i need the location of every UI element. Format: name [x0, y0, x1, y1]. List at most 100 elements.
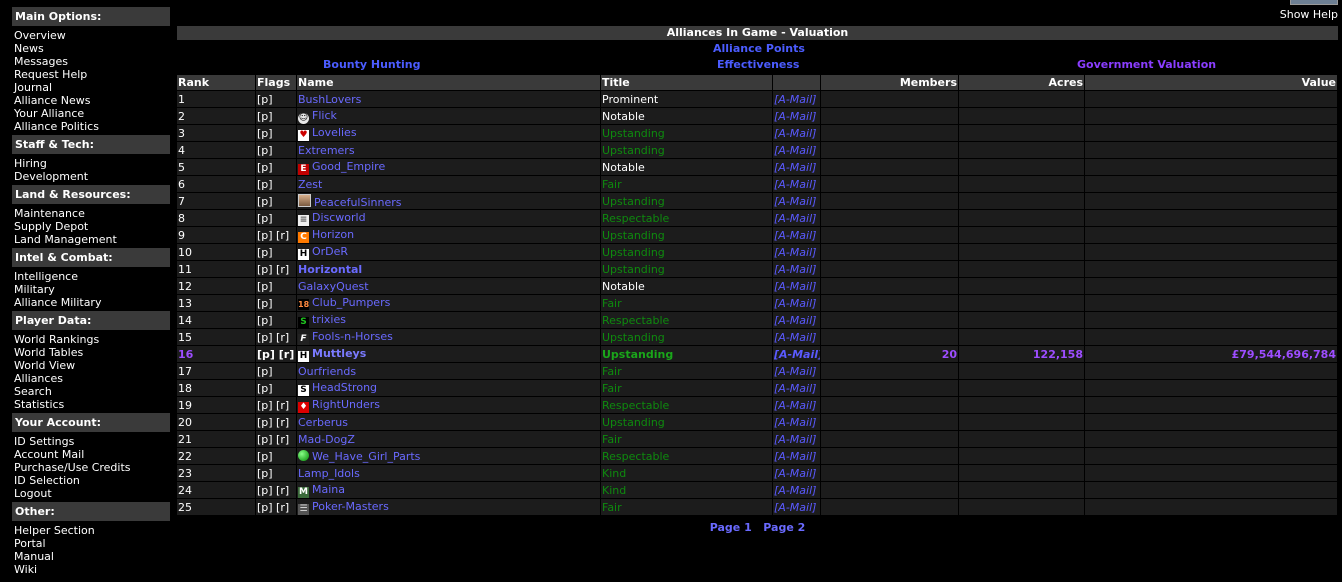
- sidebar-item-overview[interactable]: Overview: [12, 29, 170, 42]
- alliance-name-link[interactable]: Zest: [298, 178, 322, 191]
- sidebar-item-account-mail[interactable]: Account Mail: [12, 448, 170, 461]
- alliance-name-link[interactable]: Flick: [312, 109, 337, 122]
- alliance-name-link[interactable]: Club_Pumpers: [312, 296, 390, 309]
- sidebar-item-military[interactable]: Military: [12, 283, 170, 296]
- amail-link[interactable]: [A-Mail]: [774, 416, 816, 429]
- sidebar-item-helper-section[interactable]: Helper Section: [12, 524, 170, 537]
- help-button-frame[interactable]: [1290, 0, 1338, 5]
- alliance-name-link[interactable]: GalaxyQuest: [298, 280, 369, 293]
- alliance-name-link[interactable]: RightUnders: [312, 398, 380, 411]
- sidebar-item-portal[interactable]: Portal: [12, 537, 170, 550]
- amail-link[interactable]: [A-Mail]: [774, 212, 816, 225]
- col-name[interactable]: Name: [297, 75, 600, 90]
- sidebar-item-world-rankings[interactable]: World Rankings: [12, 333, 170, 346]
- name-cell: BushLovers: [297, 91, 600, 107]
- sidebar-item-maintenance[interactable]: Maintenance: [12, 207, 170, 220]
- sidebar-item-search[interactable]: Search: [12, 385, 170, 398]
- sidebar-item-world-tables[interactable]: World Tables: [12, 346, 170, 359]
- sidebar-item-id-selection[interactable]: ID Selection: [12, 474, 170, 487]
- alliance-name-link[interactable]: We_Have_Girl_Parts: [312, 450, 420, 463]
- page-1-link[interactable]: Page 1: [710, 521, 752, 534]
- sidebar-item-request-help[interactable]: Request Help: [12, 68, 170, 81]
- alliance-name-link[interactable]: Horizontal: [298, 263, 362, 276]
- amail-link[interactable]: [A-Mail]: [774, 229, 816, 242]
- bounty-hunting-link[interactable]: Bounty Hunting: [323, 58, 420, 71]
- col-flags[interactable]: Flags: [256, 75, 296, 90]
- sidebar-item-your-alliance[interactable]: Your Alliance: [12, 107, 170, 120]
- sidebar-item-hiring[interactable]: Hiring: [12, 157, 170, 170]
- amail-link[interactable]: [A-Mail]: [774, 280, 816, 293]
- col-rank[interactable]: Rank: [177, 75, 255, 90]
- sidebar-item-world-view[interactable]: World View: [12, 359, 170, 372]
- amail-link[interactable]: [A-Mail]: [774, 246, 816, 259]
- col-value[interactable]: Value: [1085, 75, 1337, 90]
- sidebar-item-land-management[interactable]: Land Management: [12, 233, 170, 246]
- amail-link[interactable]: [A-Mail]: [774, 263, 816, 276]
- alliance-points-link[interactable]: Alliance Points: [713, 42, 805, 55]
- alliance-name-link[interactable]: HeadStrong: [312, 381, 377, 394]
- amail-link[interactable]: [A-Mail]: [774, 144, 816, 157]
- show-help-link[interactable]: Show Help: [1280, 8, 1338, 21]
- sidebar-item-wiki[interactable]: Wiki: [12, 563, 170, 576]
- col-members[interactable]: Members: [821, 75, 958, 90]
- sidebar-item-id-settings[interactable]: ID Settings: [12, 435, 170, 448]
- alliance-name-link[interactable]: Discworld: [312, 211, 366, 224]
- sidebar-item-manual[interactable]: Manual: [12, 550, 170, 563]
- amail-link[interactable]: [A-Mail]: [774, 450, 816, 463]
- sidebar-item-journal[interactable]: Journal: [12, 81, 170, 94]
- alliance-name-link[interactable]: Good_Empire: [312, 160, 385, 173]
- amail-link[interactable]: [A-Mail]: [774, 467, 816, 480]
- alliance-name-link[interactable]: Cerberus: [298, 416, 348, 429]
- amail-link[interactable]: [A-Mail]: [774, 127, 816, 140]
- alliance-name-link[interactable]: Muttleys: [312, 347, 366, 360]
- amail-link[interactable]: [A-Mail]: [774, 178, 816, 191]
- page-2-link[interactable]: Page 2: [763, 521, 805, 534]
- effectiveness-link[interactable]: Effectiveness: [717, 58, 799, 71]
- sidebar-item-alliances[interactable]: Alliances: [12, 372, 170, 385]
- alliance-name-link[interactable]: PeacefulSinners: [314, 196, 401, 209]
- alliance-name-link[interactable]: Maina: [312, 483, 345, 496]
- alliance-name-link[interactable]: Mad-DogZ: [298, 433, 355, 446]
- reputation-title: Upstanding: [602, 143, 665, 157]
- alliance-name-link[interactable]: Extremers: [298, 144, 355, 157]
- flags-cell: [p] [r]: [256, 346, 296, 362]
- alliance-name-link[interactable]: Horizon: [312, 228, 354, 241]
- amail-link[interactable]: [A-Mail]: [774, 195, 816, 208]
- sidebar-item-purchase-use-credits[interactable]: Purchase/Use Credits: [12, 461, 170, 474]
- acres-cell: [959, 91, 1084, 107]
- amail-link[interactable]: [A-Mail]: [774, 348, 820, 361]
- amail-link[interactable]: [A-Mail]: [774, 110, 816, 123]
- col-title[interactable]: Title: [601, 75, 772, 90]
- amail-link[interactable]: [A-Mail]: [774, 314, 816, 327]
- sidebar-item-alliance-politics[interactable]: Alliance Politics: [12, 120, 170, 133]
- amail-link[interactable]: [A-Mail]: [774, 399, 816, 412]
- amail-link[interactable]: [A-Mail]: [774, 433, 816, 446]
- alliance-name-link[interactable]: BushLovers: [298, 93, 361, 106]
- alliance-name-link[interactable]: Lovelies: [312, 126, 357, 139]
- amail-link[interactable]: [A-Mail]: [774, 501, 816, 514]
- alliance-name-link[interactable]: Ourfriends: [298, 365, 356, 378]
- alliance-name-link[interactable]: Poker-Masters: [312, 500, 389, 513]
- sidebar-item-intelligence[interactable]: Intelligence: [12, 270, 170, 283]
- alliance-name-link[interactable]: Fools-n-Horses: [312, 330, 393, 343]
- sidebar-item-supply-depot[interactable]: Supply Depot: [12, 220, 170, 233]
- amail-link[interactable]: [A-Mail]: [774, 161, 816, 174]
- sidebar-item-messages[interactable]: Messages: [12, 55, 170, 68]
- amail-link[interactable]: [A-Mail]: [774, 297, 816, 310]
- alliance-name-link[interactable]: Lamp_Idols: [298, 467, 360, 480]
- amail-link[interactable]: [A-Mail]: [774, 365, 816, 378]
- amail-link[interactable]: [A-Mail]: [774, 484, 816, 497]
- alliance-name-link[interactable]: OrDeR: [312, 245, 348, 258]
- sidebar-item-news[interactable]: News: [12, 42, 170, 55]
- amail-link[interactable]: [A-Mail]: [774, 93, 816, 106]
- amail-link[interactable]: [A-Mail]: [774, 331, 816, 344]
- amail-link[interactable]: [A-Mail]: [774, 382, 816, 395]
- sidebar-item-development[interactable]: Development: [12, 170, 170, 183]
- sidebar-item-alliance-military[interactable]: Alliance Military: [12, 296, 170, 309]
- sidebar-item-logout[interactable]: Logout: [12, 487, 170, 500]
- alliance-name-link[interactable]: trixies: [312, 313, 346, 326]
- col-acres[interactable]: Acres: [959, 75, 1084, 90]
- government-valuation-link[interactable]: Government Valuation: [1077, 58, 1216, 71]
- sidebar-item-statistics[interactable]: Statistics: [12, 398, 170, 411]
- sidebar-item-alliance-news[interactable]: Alliance News: [12, 94, 170, 107]
